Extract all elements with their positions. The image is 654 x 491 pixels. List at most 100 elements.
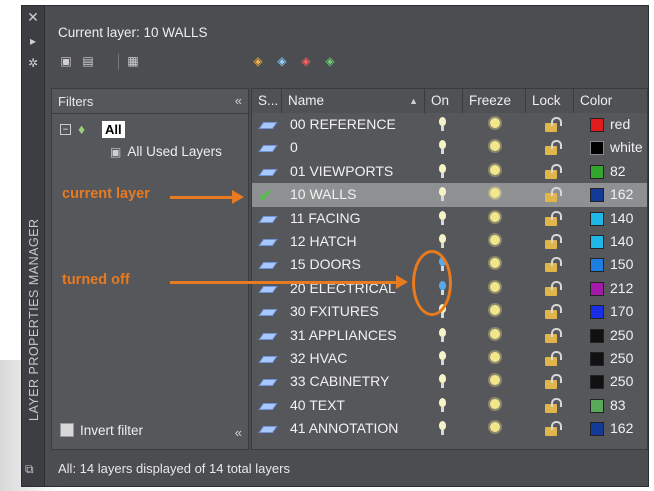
sun-thaw-icon[interactable]: [490, 258, 500, 269]
unlocked-padlock-icon[interactable]: [545, 187, 562, 203]
layer-row[interactable]: ✔ 10 WALLS 162: [252, 183, 647, 207]
color-swatch[interactable]: [590, 328, 604, 343]
color-name[interactable]: 83: [610, 394, 626, 417]
column-on[interactable]: On: [425, 89, 463, 113]
new-layer-icon[interactable]: ◈: [250, 54, 266, 68]
column-color[interactable]: Color: [574, 89, 647, 113]
collapse-panel-button[interactable]: «: [235, 425, 242, 440]
color-name[interactable]: 162: [610, 417, 633, 440]
layer-status-icon[interactable]: [252, 115, 282, 135]
color-swatch[interactable]: [590, 141, 604, 156]
layer-name[interactable]: 40 TEXT: [290, 394, 345, 417]
bulb-on-icon[interactable]: [428, 347, 458, 370]
sun-thaw-icon[interactable]: [490, 305, 500, 316]
layer-name[interactable]: 0: [290, 136, 298, 159]
layer-row[interactable]: 31 APPLIANCES 250: [252, 324, 647, 347]
sun-thaw-icon[interactable]: [490, 398, 500, 409]
layer-status-icon[interactable]: [252, 162, 282, 182]
unlocked-padlock-icon[interactable]: [545, 257, 562, 273]
unlocked-padlock-icon[interactable]: [545, 117, 562, 132]
bulb-on-icon[interactable]: [428, 160, 458, 183]
column-freeze[interactable]: Freeze: [463, 89, 526, 113]
layer-status-icon[interactable]: [252, 209, 282, 229]
unlocked-padlock-icon[interactable]: [545, 210, 562, 226]
unlocked-padlock-icon[interactable]: [545, 421, 562, 437]
layer-status-icon[interactable]: [252, 326, 282, 346]
unlocked-padlock-icon[interactable]: [545, 351, 562, 366]
layer-status-icon[interactable]: [252, 302, 282, 322]
color-name[interactable]: 170: [610, 300, 633, 323]
new-property-filter-icon[interactable]: ▣: [58, 54, 74, 68]
autohide-icon[interactable]: ▸: [26, 34, 40, 48]
color-name[interactable]: 82: [610, 160, 626, 183]
sun-thaw-icon[interactable]: [490, 281, 500, 292]
bulb-on-icon[interactable]: [428, 183, 458, 206]
color-swatch[interactable]: [590, 422, 604, 437]
layer-name[interactable]: 11 FACING: [290, 207, 361, 230]
set-current-icon[interactable]: ◈: [322, 54, 338, 68]
color-name[interactable]: 250: [610, 347, 633, 370]
color-swatch[interactable]: [590, 118, 604, 132]
color-swatch[interactable]: [590, 305, 604, 320]
bulb-on-icon[interactable]: [428, 136, 458, 159]
color-swatch[interactable]: [590, 352, 604, 366]
filter-tree-used-layers[interactable]: ▣ All Used Layers: [110, 144, 222, 159]
layer-row[interactable]: 30 FXITURES 170: [252, 300, 647, 323]
layer-row[interactable]: 0 white: [252, 136, 647, 159]
sun-thaw-icon[interactable]: [490, 235, 500, 245]
layer-states-icon[interactable]: ⧉: [25, 462, 39, 476]
color-swatch[interactable]: [590, 164, 604, 179]
layer-status-icon[interactable]: [252, 232, 282, 252]
sun-thaw-icon[interactable]: [490, 188, 500, 199]
layer-row[interactable]: 32 HVAC 250: [252, 347, 647, 370]
layer-row[interactable]: 12 HATCH 140: [252, 230, 647, 253]
collapse-filters-button[interactable]: «: [235, 93, 242, 108]
layer-name[interactable]: 31 APPLIANCES: [290, 324, 397, 347]
color-swatch[interactable]: [590, 398, 604, 413]
color-name[interactable]: 140: [610, 230, 633, 253]
layer-name[interactable]: 01 VIEWPORTS: [290, 160, 393, 183]
column-status[interactable]: S...: [252, 89, 282, 113]
bulb-on-icon[interactable]: [428, 113, 458, 136]
layer-row[interactable]: 01 VIEWPORTS 82: [252, 160, 647, 183]
sun-thaw-icon[interactable]: [490, 328, 500, 339]
layer-status-icon[interactable]: [252, 138, 282, 158]
collapse-tree-icon[interactable]: −: [60, 124, 71, 135]
unlocked-padlock-icon[interactable]: [545, 374, 562, 390]
layer-name[interactable]: 33 CABINETRY: [290, 370, 389, 393]
unlocked-padlock-icon[interactable]: [545, 327, 562, 343]
bulb-on-icon[interactable]: [428, 417, 458, 440]
color-swatch[interactable]: [590, 188, 604, 203]
layer-name[interactable]: 10 WALLS: [290, 183, 356, 206]
color-swatch[interactable]: [590, 258, 604, 273]
layer-row[interactable]: 00 REFERENCE red: [252, 113, 647, 136]
bulb-on-icon[interactable]: [428, 207, 458, 230]
sun-thaw-icon[interactable]: [490, 422, 500, 433]
layer-row[interactable]: 33 CABINETRY 250: [252, 370, 647, 393]
color-swatch[interactable]: [590, 211, 604, 226]
column-name[interactable]: Name ▲: [282, 89, 425, 113]
unlocked-padlock-icon[interactable]: [545, 163, 562, 179]
new-layer-vp-frozen-icon[interactable]: ◈: [274, 54, 290, 68]
layer-states-manager-icon[interactable]: ▦: [125, 54, 141, 68]
invert-filter-checkbox[interactable]: Invert filter: [60, 423, 143, 438]
sun-thaw-icon[interactable]: [490, 375, 500, 386]
new-group-filter-icon[interactable]: ▤: [80, 54, 96, 68]
column-lock[interactable]: Lock: [526, 89, 574, 113]
layer-row[interactable]: 11 FACING 140: [252, 207, 647, 230]
checkbox-icon[interactable]: [60, 423, 74, 437]
sun-thaw-icon[interactable]: [490, 164, 500, 175]
layer-status-icon[interactable]: [252, 396, 282, 416]
layer-name[interactable]: 30 FXITURES: [290, 300, 379, 323]
bulb-on-icon[interactable]: [428, 394, 458, 417]
layer-status-icon[interactable]: [252, 372, 282, 392]
layer-name[interactable]: 12 HATCH: [290, 230, 357, 253]
layer-name[interactable]: 15 DOORS: [290, 253, 361, 276]
color-swatch[interactable]: [590, 281, 604, 296]
sun-thaw-icon[interactable]: [490, 141, 500, 152]
color-name[interactable]: 140: [610, 207, 633, 230]
delete-layer-icon[interactable]: ◈: [298, 54, 314, 68]
layer-row[interactable]: 40 TEXT 83: [252, 394, 647, 417]
current-layer-check-icon[interactable]: ✔: [252, 185, 282, 206]
unlocked-padlock-icon[interactable]: [545, 304, 562, 320]
